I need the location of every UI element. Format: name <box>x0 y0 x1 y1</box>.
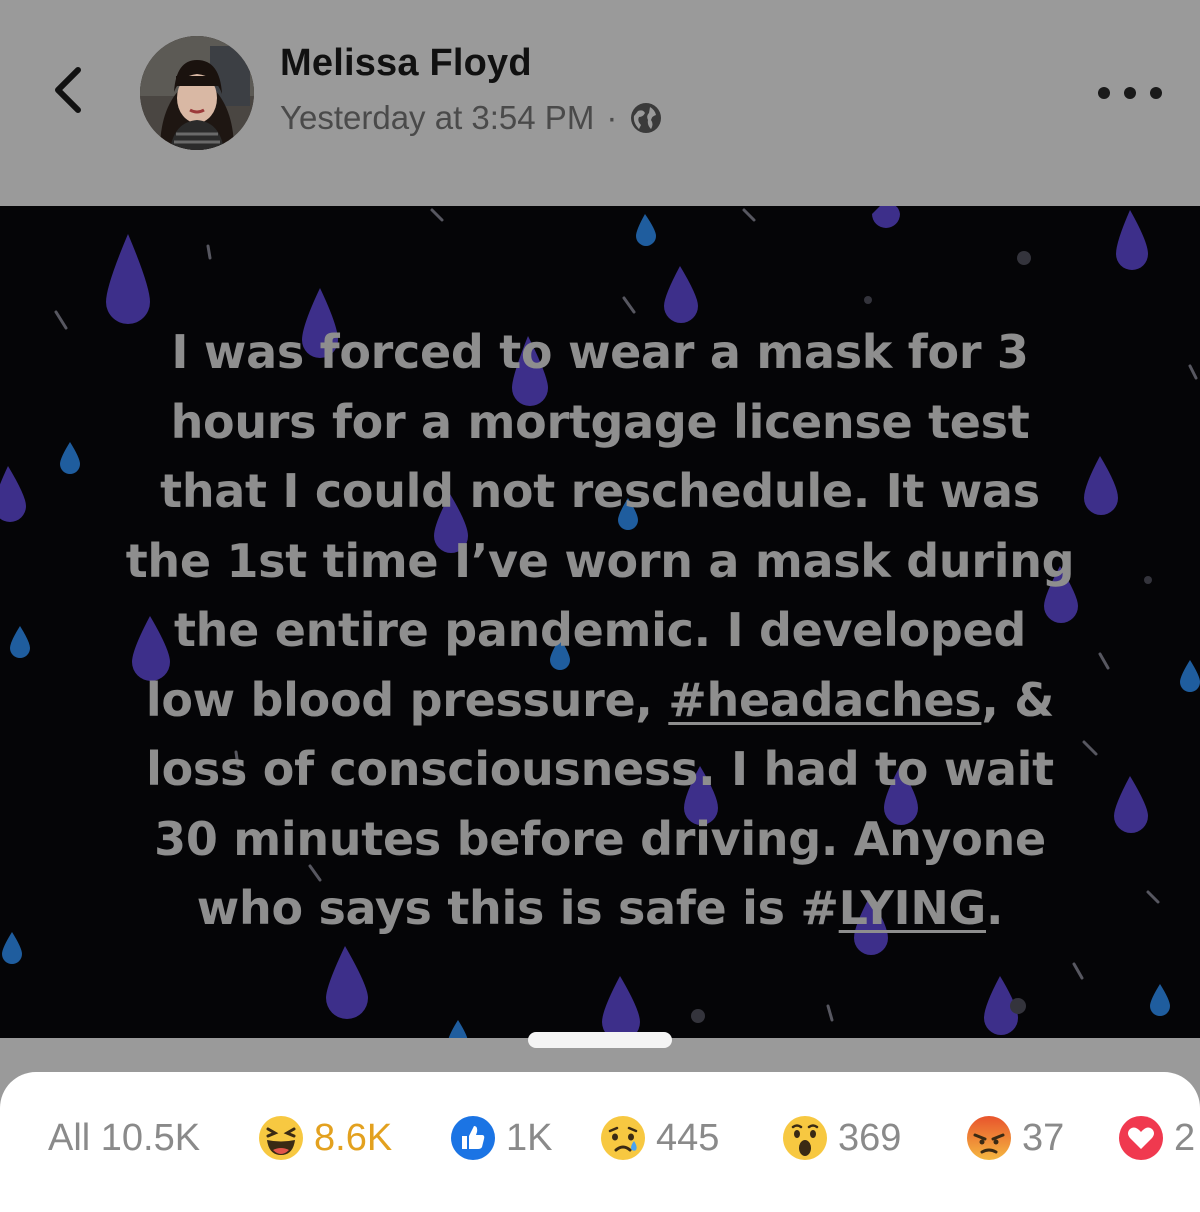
reaction-all-label: All 10.5K <box>48 1116 201 1159</box>
love-icon <box>1118 1115 1164 1161</box>
author-name[interactable]: Melissa Floyd <box>280 42 532 85</box>
hashtag-lying-link[interactable]: LYING <box>839 881 987 935</box>
post-text-line: I was forced to wear a mask for 3 <box>171 325 1029 379</box>
back-button[interactable] <box>40 62 96 122</box>
haha-icon <box>258 1115 304 1161</box>
reaction-count: 369 <box>838 1116 902 1159</box>
reaction-tab-haha[interactable]: 8.6K <box>258 1112 392 1164</box>
hashtag-headaches-link[interactable]: #headaches <box>668 673 981 727</box>
sheet-drag-handle[interactable] <box>528 1032 672 1048</box>
like-icon <box>450 1115 496 1161</box>
post-text-line: low blood pressure, #headaches, & <box>60 666 1140 736</box>
meta-separator: · <box>606 99 618 136</box>
post-text-line: 30 minutes before driving. Anyone <box>154 811 1046 866</box>
post-image[interactable]: I was forced to wear a mask for 3 hours … <box>0 206 1200 1038</box>
reaction-tab-sad[interactable]: 445 <box>600 1112 719 1164</box>
reaction-count: 445 <box>656 1116 720 1159</box>
post-text-fragment: low blood pressure, <box>145 672 669 727</box>
post-text-line: loss of consciousness. I had to wait <box>146 742 1054 796</box>
hashtag-symbol: # <box>800 881 839 935</box>
reaction-count: 1K <box>506 1116 553 1159</box>
post-text-line: the 1st time I’ve worn a mask during <box>125 533 1075 588</box>
post-text-fragment: . <box>986 881 1004 935</box>
reaction-count: 2 <box>1174 1116 1196 1159</box>
sad-icon <box>600 1115 646 1161</box>
post-text-line: the entire pandemic. I developed <box>173 603 1027 657</box>
reaction-count: 37 <box>1022 1116 1065 1159</box>
angry-icon <box>966 1115 1012 1161</box>
post-text-line: who says this is safe is #LYING. <box>60 874 1140 944</box>
post-text-line: that I could not reschedule. It was <box>160 464 1040 518</box>
wow-icon <box>782 1115 828 1161</box>
more-horizontal-icon <box>1098 87 1110 99</box>
reaction-tab-like[interactable]: 1K <box>450 1112 552 1164</box>
chevron-left-icon <box>52 66 84 119</box>
reaction-tab-all[interactable]: All 10.5K <box>48 1112 200 1164</box>
reaction-count: 8.6K <box>314 1116 393 1159</box>
more-options-button[interactable] <box>1098 70 1162 116</box>
reaction-tab-wow[interactable]: 369 <box>782 1112 901 1164</box>
post-timestamp[interactable]: Yesterday at 3:54 PM <box>280 99 594 137</box>
post-text-line: hours for a mortgage license test <box>170 394 1030 449</box>
post-text-fragment: who says this is safe is <box>196 881 801 935</box>
reaction-tab-love[interactable]: 2 <box>1118 1112 1195 1164</box>
post-text-fragment: , & <box>981 672 1055 727</box>
post-meta: Yesterday at 3:54 PM · <box>280 96 663 140</box>
reaction-tab-angry[interactable]: 37 <box>966 1112 1064 1164</box>
globe-icon <box>629 101 663 135</box>
post-header: Melissa Floyd Yesterday at 3:54 PM · <box>0 0 1200 206</box>
avatar[interactable] <box>140 36 254 150</box>
post-text: I was forced to wear a mask for 3 hours … <box>60 318 1140 944</box>
